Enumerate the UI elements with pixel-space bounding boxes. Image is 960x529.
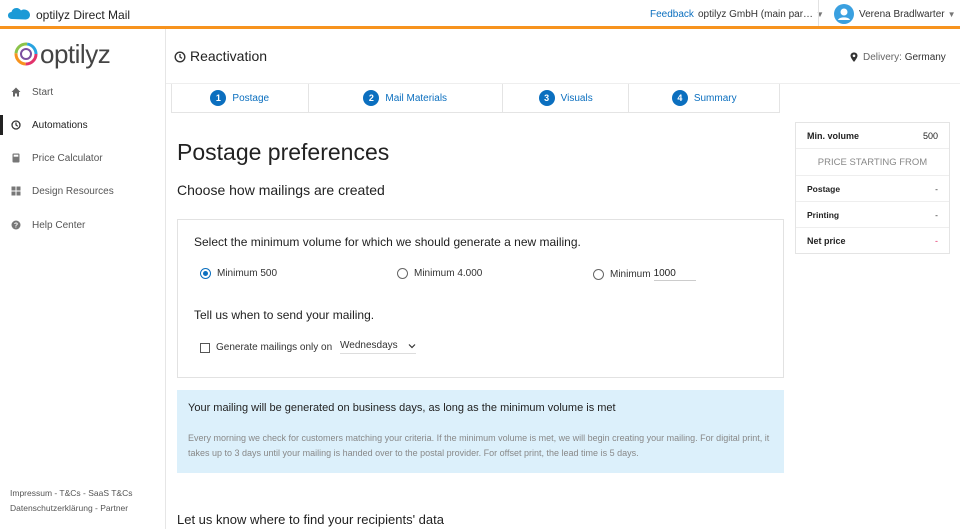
info-box: Your mailing will be generated on busine… bbox=[177, 390, 784, 473]
org-switcher[interactable]: optilyz GmbH (main par… ▼ bbox=[698, 9, 824, 20]
custom-minimum-input[interactable] bbox=[653, 268, 696, 281]
tab-summary[interactable]: 4 Summary bbox=[629, 84, 779, 112]
section-title: Postage preferences bbox=[177, 139, 390, 165]
price-summary-panel: Min. volume 500 PRICE STARTING FROM Post… bbox=[795, 122, 950, 254]
automation-clock-icon bbox=[174, 51, 186, 63]
radio-label: Minimum 500 bbox=[217, 268, 278, 279]
step-label: Summary bbox=[693, 92, 737, 104]
sidebar-item-start[interactable]: Start bbox=[0, 81, 165, 103]
user-icon bbox=[838, 8, 850, 20]
radio-minimum-custom[interactable]: Minimum bbox=[593, 268, 696, 281]
footer-links-2[interactable]: Datenschutzerklärung - Partner bbox=[10, 503, 128, 513]
user-name: Verena Bradlwarter bbox=[859, 9, 945, 20]
step-number: 1 bbox=[210, 90, 227, 106]
sidebar-item-automations[interactable]: Automations bbox=[0, 114, 165, 136]
tab-postage[interactable]: 1 Postage bbox=[172, 84, 309, 112]
chevron-down-icon bbox=[408, 343, 416, 348]
radio-button[interactable] bbox=[593, 269, 604, 280]
tab-mail-materials[interactable]: 2 Mail Materials bbox=[309, 84, 503, 112]
sidebar-item-label: Price Calculator bbox=[32, 152, 103, 164]
avatar[interactable] bbox=[834, 4, 854, 24]
svg-text:?: ? bbox=[14, 223, 18, 230]
feedback-link[interactable]: Feedback bbox=[650, 9, 694, 20]
page-header: Reactivation Delivery: Germany bbox=[166, 29, 960, 84]
price-caption: PRICE STARTING FROM bbox=[796, 149, 949, 176]
footer-links-1[interactable]: Impressum - T&Cs - SaaS T&Cs bbox=[10, 488, 133, 498]
summary-postage: Postage - bbox=[796, 176, 949, 202]
delivery-info: Delivery: Germany bbox=[863, 52, 946, 63]
checkbox[interactable] bbox=[200, 342, 210, 353]
summary-net-price: Net price - bbox=[796, 228, 949, 253]
radio-label: Minimum 4.000 bbox=[414, 268, 483, 279]
select-value: Wednesdays bbox=[340, 340, 398, 351]
summary-label: Printing bbox=[807, 209, 840, 220]
radio-label: Minimum bbox=[610, 269, 651, 280]
calculator-icon bbox=[12, 153, 20, 163]
info-title: Your mailing will be generated on busine… bbox=[188, 402, 616, 414]
summary-label: Min. volume bbox=[807, 130, 860, 141]
help-icon: ? bbox=[11, 220, 21, 230]
weekday-select[interactable]: Wednesdays bbox=[340, 340, 416, 354]
step-label: Visuals bbox=[560, 92, 593, 104]
postage-settings-card: Select the minimum volume for which we s… bbox=[177, 219, 784, 378]
top-bar: optilyz Direct Mail Feedback optilyz Gmb… bbox=[0, 0, 960, 29]
sidebar-item-label: Design Resources bbox=[32, 185, 114, 197]
sidebar-item-price-calculator[interactable]: Price Calculator bbox=[0, 147, 165, 169]
grid-icon bbox=[11, 186, 21, 196]
summary-min-volume: Min. volume 500 bbox=[796, 123, 949, 149]
delivery-label: Delivery: bbox=[863, 52, 902, 63]
section-subtitle: Choose how mailings are created bbox=[177, 182, 385, 198]
home-icon bbox=[11, 87, 21, 97]
step-number: 4 bbox=[671, 90, 688, 106]
salesforce-cloud-icon bbox=[8, 8, 30, 20]
org-name: optilyz GmbH (main par… bbox=[698, 9, 814, 20]
info-body: Every morning we check for customers mat… bbox=[188, 433, 770, 458]
app-name: optilyz Direct Mail bbox=[36, 8, 131, 22]
location-pin-icon bbox=[850, 52, 858, 62]
radio-button[interactable] bbox=[200, 268, 211, 279]
summary-printing: Printing - bbox=[796, 202, 949, 228]
logo-text: optilyz bbox=[40, 39, 111, 69]
step-number: 3 bbox=[538, 90, 555, 106]
user-menu[interactable]: Verena Bradlwarter ▼ bbox=[859, 9, 956, 20]
wizard-steps: 1 Postage 2 Mail Materials 3 Visuals 4 Summa… bbox=[171, 84, 780, 113]
sidebar-item-label: Help Center bbox=[32, 219, 86, 231]
sidebar-item-label: Automations bbox=[32, 119, 88, 131]
clock-icon bbox=[11, 120, 21, 130]
optilyz-logo[interactable]: optilyz bbox=[14, 39, 111, 69]
sidebar-item-label: Start bbox=[32, 86, 54, 98]
volume-question: Select the minimum volume for which we s… bbox=[194, 235, 581, 249]
recipients-section-title: Let us know where to find your recipient… bbox=[177, 512, 444, 527]
page-title: Reactivation bbox=[190, 48, 268, 64]
summary-value: - bbox=[935, 183, 938, 194]
divider bbox=[818, 0, 819, 26]
sidebar-item-help-center[interactable]: ? Help Center bbox=[0, 214, 165, 236]
weekday-checkbox[interactable]: Generate mailings only on bbox=[200, 342, 332, 353]
radio-minimum-4000[interactable]: Minimum 4.000 bbox=[397, 268, 482, 279]
summary-value: - bbox=[935, 209, 938, 220]
logo-mark-icon bbox=[14, 42, 38, 66]
caret-down-icon: ▼ bbox=[947, 10, 956, 19]
radio-minimum-500[interactable]: Minimum 500 bbox=[200, 268, 277, 279]
summary-label: Net price bbox=[807, 235, 846, 246]
sidebar: optilyz Start Automations Price Calculat… bbox=[0, 29, 166, 529]
step-label: Mail Materials bbox=[385, 92, 448, 104]
summary-value: - bbox=[935, 235, 938, 246]
radio-button[interactable] bbox=[397, 268, 408, 279]
delivery-country: Germany bbox=[904, 52, 946, 63]
checkbox-label: Generate mailings only on bbox=[216, 342, 333, 353]
step-label: Postage bbox=[232, 92, 270, 104]
summary-value: 500 bbox=[922, 130, 938, 141]
send-question: Tell us when to send your mailing. bbox=[194, 308, 375, 322]
step-number: 2 bbox=[363, 90, 380, 106]
tab-visuals[interactable]: 3 Visuals bbox=[503, 84, 630, 112]
summary-label: Postage bbox=[807, 183, 841, 194]
sidebar-item-design-resources[interactable]: Design Resources bbox=[0, 180, 165, 202]
